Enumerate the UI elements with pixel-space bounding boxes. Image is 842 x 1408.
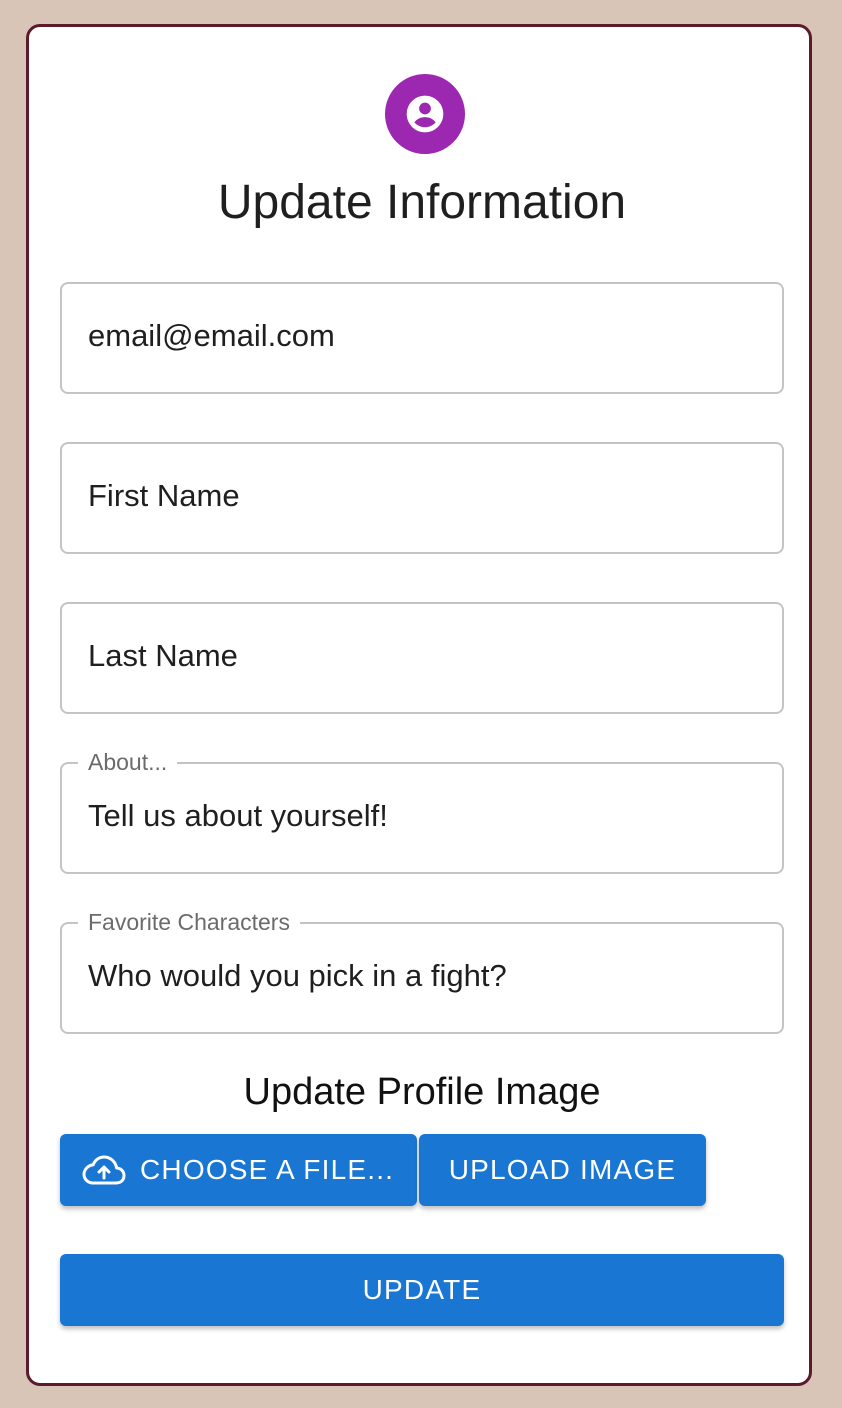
update-button[interactable]: Update [60, 1254, 784, 1326]
email-field[interactable]: email@email.com [60, 282, 784, 394]
choose-file-label: Choose a file... [140, 1154, 395, 1185]
favorite-characters-field[interactable]: Favorite Characters Who would you pick i… [60, 908, 784, 1034]
about-field[interactable]: About... Tell us about yourself! [60, 748, 784, 874]
update-form-card: Update Information email@email.com First… [26, 24, 812, 1386]
last-name-placeholder: Last Name [88, 638, 238, 673]
choose-file-button[interactable]: Choose a file... [60, 1134, 417, 1206]
first-name-placeholder: First Name [88, 478, 240, 513]
upload-image-label: Upload Image [448, 1154, 677, 1185]
last-name-field[interactable]: Last Name [60, 602, 784, 714]
upload-image-button[interactable]: Upload Image [419, 1134, 706, 1206]
cloud-upload-icon [82, 1153, 126, 1187]
update-label: Update [362, 1274, 482, 1305]
page-title: Update Information [217, 176, 627, 229]
first-name-field[interactable]: First Name [60, 442, 784, 554]
email-value: email@email.com [88, 318, 335, 353]
account-circle-icon [385, 74, 465, 154]
favorite-characters-placeholder: Who would you pick in a fight? [88, 958, 507, 993]
profile-image-heading: Update Profile Image [243, 1071, 601, 1113]
about-placeholder: Tell us about yourself! [88, 798, 388, 833]
